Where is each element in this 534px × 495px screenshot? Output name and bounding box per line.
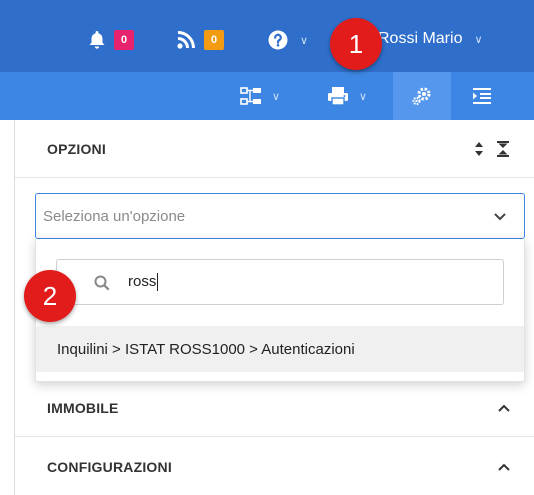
annotation-marker-1: 1 xyxy=(330,18,382,70)
question-circle-icon xyxy=(268,30,288,50)
structure-menu-button[interactable]: ∨ xyxy=(230,72,290,120)
print-icon xyxy=(327,87,348,106)
search-icon xyxy=(94,275,110,291)
user-name: Rossi Mario xyxy=(378,30,463,47)
select-dropdown: ross Inquilini > ISTAT ROSS1000 > Autent… xyxy=(35,239,525,382)
help-caret-icon: ∨ xyxy=(300,34,309,47)
settings-button[interactable] xyxy=(393,72,451,120)
option-select[interactable]: Seleziona un'opzione xyxy=(35,193,525,239)
panel-toggle-button[interactable] xyxy=(462,72,502,120)
help-menu[interactable]: ∨ xyxy=(268,30,308,50)
gears-icon xyxy=(412,87,431,106)
user-caret-icon: ∨ xyxy=(474,33,483,46)
text-cursor xyxy=(157,273,159,292)
select-placeholder: Seleziona un'opzione xyxy=(43,207,186,225)
options-section-header: OPZIONI xyxy=(15,120,534,178)
chevron-down-icon[interactable] xyxy=(494,213,506,221)
bell-icon xyxy=(89,31,105,49)
print-caret-icon: ∨ xyxy=(358,90,368,103)
collapse-all-icon[interactable] xyxy=(497,141,509,157)
indent-list-icon xyxy=(473,88,491,104)
print-menu-button[interactable]: ∨ xyxy=(316,72,378,120)
expand-collapse-icon[interactable] xyxy=(474,141,484,157)
sitemap-icon xyxy=(240,87,261,105)
section-title-immobile: IMMOBILE xyxy=(47,399,119,416)
search-input[interactable]: ross xyxy=(56,259,504,305)
structure-caret-icon: ∨ xyxy=(271,90,281,103)
chevron-up-icon[interactable] xyxy=(498,463,510,471)
section-header-configurazioni[interactable]: CONFIGURAZIONI xyxy=(15,438,534,495)
annotation-marker-2: 2 xyxy=(24,270,76,322)
feed-button[interactable]: 0 xyxy=(176,30,224,50)
feed-count-badge: 0 xyxy=(204,30,224,50)
section-header-immobile[interactable]: IMMOBILE xyxy=(15,379,534,437)
search-input-value: ross xyxy=(128,272,157,290)
notifications-count-badge: 0 xyxy=(114,30,134,50)
options-section-title: OPZIONI xyxy=(47,140,106,157)
rss-icon xyxy=(177,31,195,49)
notifications-button[interactable]: 0 xyxy=(88,30,134,50)
dropdown-option[interactable]: Inquilini > ISTAT ROSS1000 > Autenticazi… xyxy=(36,326,524,372)
section-title-configurazioni: CONFIGURAZIONI xyxy=(47,458,172,475)
chevron-up-icon[interactable] xyxy=(498,404,510,412)
